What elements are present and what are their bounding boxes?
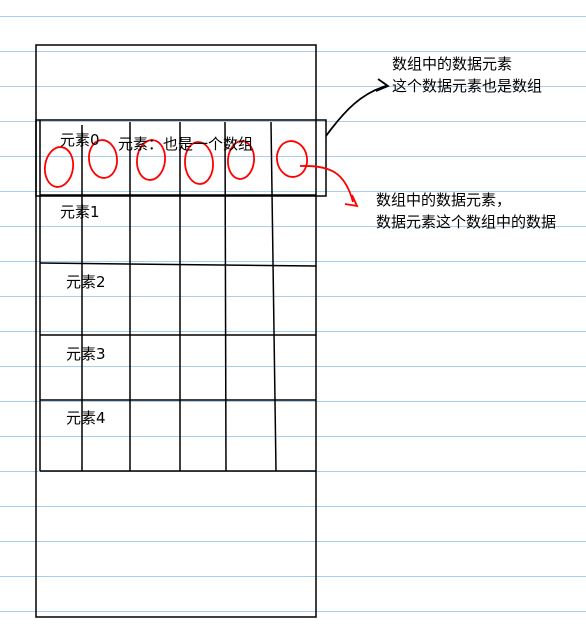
red-circle — [276, 140, 308, 178]
black-arrow — [325, 85, 387, 137]
note-mid-line2: 数据元素这个数组中的数据 — [376, 213, 557, 231]
row4-label: 元素4 — [66, 409, 106, 427]
note-top: 数组中的数据元素 这个数据元素也是数组 — [392, 53, 542, 97]
note-top-line1: 数组中的数据元素 — [392, 55, 513, 73]
row0-label: 元素0 — [60, 131, 100, 149]
row1-label: 元素1 — [60, 203, 100, 221]
ruled-lines — [0, 16, 586, 612]
note-mid: 数组中的数据元素， 数据元素这个数组中的数据 — [376, 189, 556, 233]
grid-vline — [224, 121, 227, 472]
row2-label: 元素2 — [66, 273, 106, 291]
red-circle — [43, 146, 75, 188]
note-mid-line1: 数组中的数据元素， — [376, 191, 512, 209]
whiteboard-canvas: 元素0 元素：也是一个数组 元素1 元素2 元素3 元素4 数组中的数据元素 这… — [0, 0, 586, 628]
note-top-line2: 这个数据元素也是数组 — [392, 77, 543, 95]
row3-label: 元素3 — [66, 345, 106, 363]
row0-inner-label: 元素：也是一个数组 — [118, 135, 254, 153]
